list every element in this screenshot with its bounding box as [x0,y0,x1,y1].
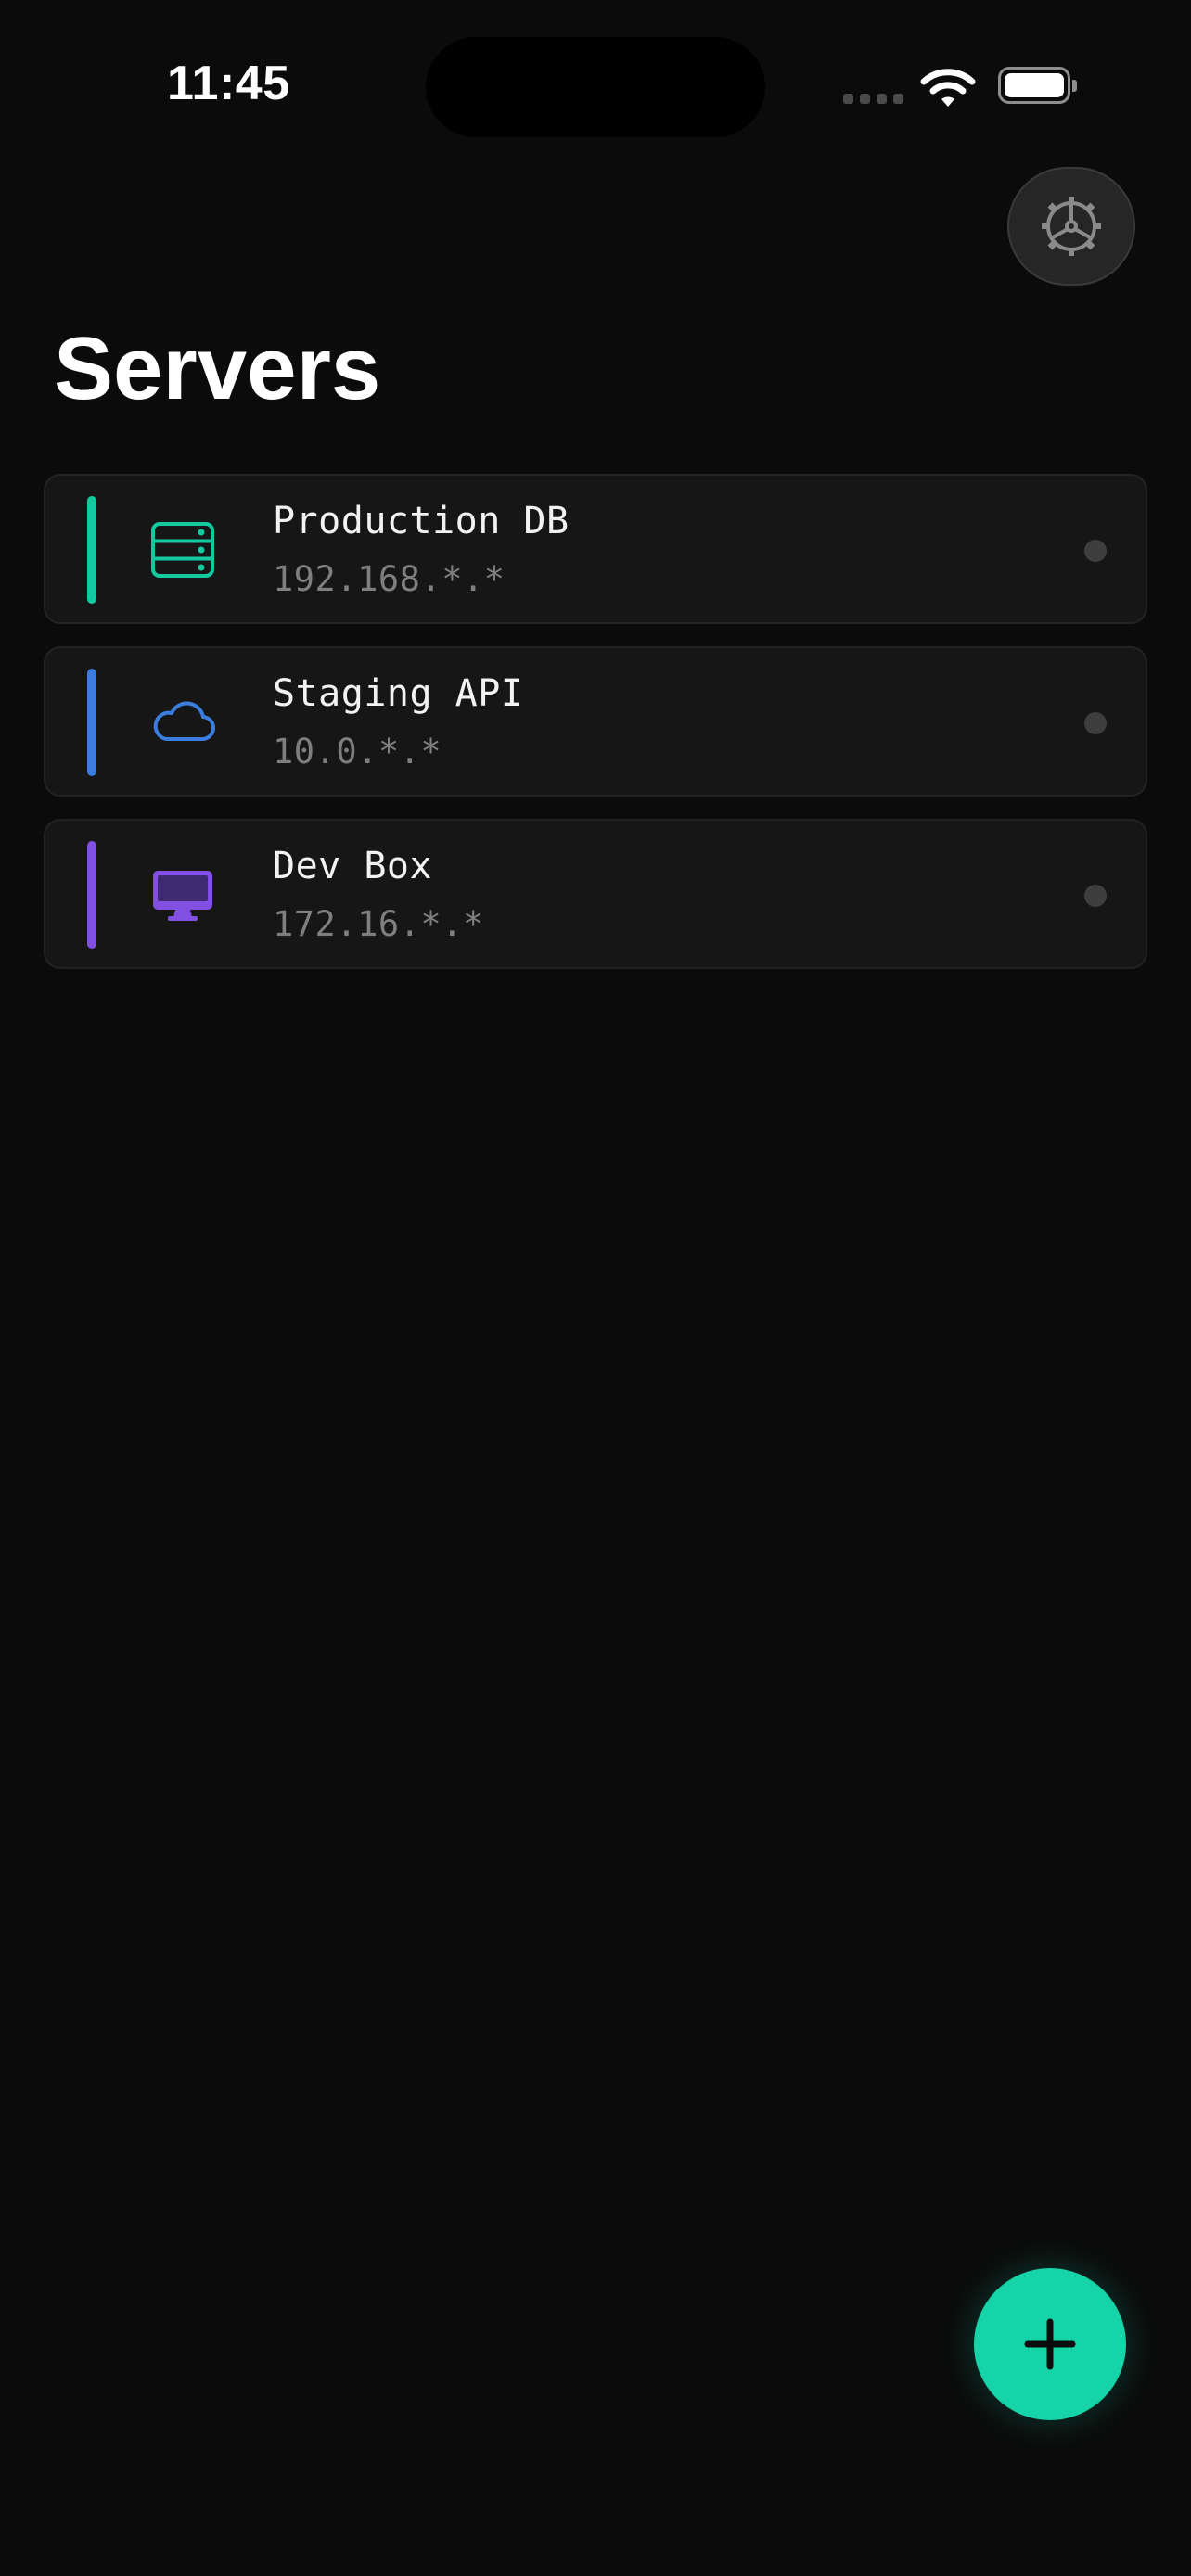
gear-icon [1042,197,1101,256]
dynamic-island [426,37,765,137]
server-accent-bar [87,669,96,776]
server-card-production-db[interactable]: Production DB 192.168.*.* [44,474,1147,624]
page-title: Servers [54,319,381,418]
server-address: 192.168.*.* [273,559,506,599]
settings-button[interactable] [1007,167,1135,286]
server-accent-bar [87,496,96,604]
server-accent-bar [87,841,96,949]
status-indicator [1084,712,1107,734]
wifi-icon [920,69,976,107]
server-rack-icon [151,522,214,578]
status-indicator [1084,540,1107,562]
server-list: Production DB 192.168.*.* Staging API 10… [44,474,1147,991]
status-bar: 11:45 [0,0,1191,176]
server-card-dev-box[interactable]: Dev Box 172.16.*.* [44,819,1147,969]
server-name: Production DB [273,500,570,542]
battery-icon [998,67,1077,104]
server-name: Staging API [273,672,524,715]
status-time: 11:45 [167,57,290,110]
plus-icon [1024,2318,1076,2370]
status-indicator [1084,885,1107,907]
server-name: Dev Box [273,845,433,887]
server-card-staging-api[interactable]: Staging API 10.0.*.* [44,646,1147,797]
server-address: 10.0.*.* [273,732,442,772]
cloud-icon [153,701,215,742]
desktop-icon [153,871,212,921]
add-server-button[interactable] [974,2268,1126,2420]
cellular-signal-icon [843,94,903,104]
server-address: 172.16.*.* [273,904,484,944]
